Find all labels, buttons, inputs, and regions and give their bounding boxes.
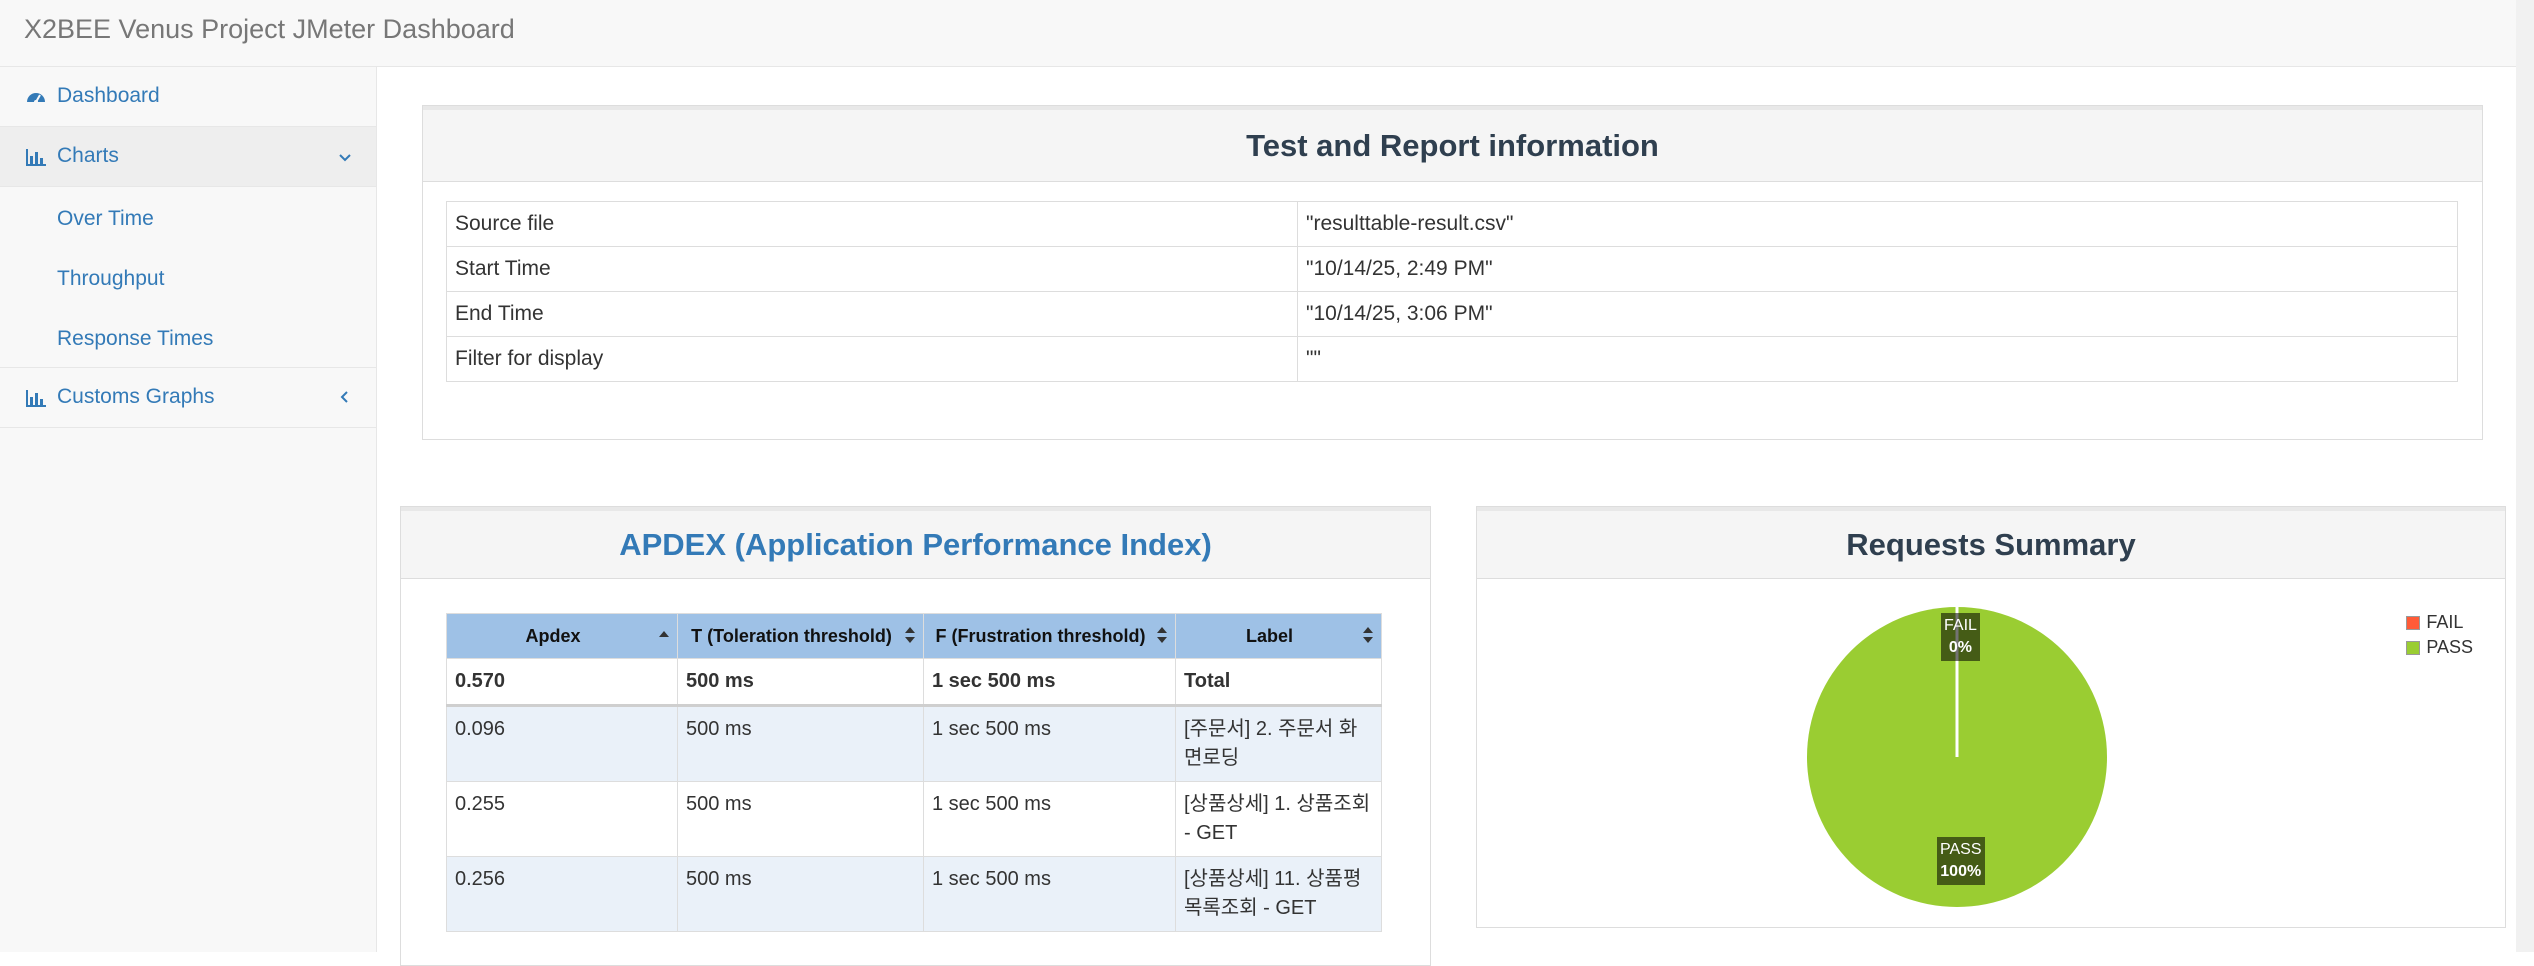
requests-summary-panel: Requests Summary FAIL 0% PASS 100% FAIL …	[1476, 506, 2506, 928]
legend-item-pass[interactable]: PASS	[2406, 637, 2473, 662]
apdex-panel: APDEX (Application Performance Index) Ap…	[400, 506, 1431, 966]
requests-summary-title: Requests Summary	[1477, 511, 2505, 579]
info-row: Source file "resulttable-result.csv"	[446, 201, 2458, 247]
sidebar-item-dashboard[interactable]: Dashboard	[0, 67, 376, 127]
column-header-apdex[interactable]: Apdex	[446, 613, 678, 659]
chevron-down-icon[interactable]	[338, 151, 352, 165]
report-info-table: Source file "resulttable-result.csv" Sta…	[446, 201, 2458, 382]
sidebar-item-customs-graphs[interactable]: Customs Graphs	[0, 368, 376, 428]
table-cell: 1 sec 500 ms	[923, 658, 1176, 707]
legend-swatch-pass	[2406, 641, 2421, 655]
navbar-brand[interactable]: X2BEE Venus Project JMeter Dashboard	[24, 14, 515, 45]
column-header-toleration[interactable]: T (Toleration threshold)	[677, 613, 924, 659]
info-key: Filter for display	[446, 336, 1298, 382]
page-scrollbar[interactable]	[2516, 0, 2534, 952]
table-cell: 1 sec 500 ms	[923, 781, 1176, 857]
table-cell: [주문서] 2. 주문서 화면로딩	[1175, 705, 1382, 782]
table-cell: 1 sec 500 ms	[923, 856, 1176, 932]
table-cell: 500 ms	[677, 781, 924, 857]
sidebar-subitem-over-time[interactable]: Over Time	[57, 207, 154, 231]
table-cell: 500 ms	[677, 856, 924, 932]
sort-icon	[1363, 627, 1373, 643]
apdex-table: Apdex T (Toleration threshold) F (Frustr…	[446, 613, 1382, 932]
apdex-title[interactable]: APDEX (Application Performance Index)	[401, 511, 1430, 579]
table-cell: 0.256	[446, 856, 678, 932]
info-row: End Time "10/14/25, 3:06 PM"	[446, 291, 2458, 337]
table-cell: 0.255	[446, 781, 678, 857]
top-navbar: X2BEE Venus Project JMeter Dashboard	[0, 0, 2534, 67]
pie-label-fail: FAIL 0%	[1941, 613, 1980, 661]
chevron-left-icon[interactable]	[338, 390, 352, 404]
sidebar-subitem-response-times[interactable]: Response Times	[57, 327, 213, 351]
dashboard-icon	[27, 93, 45, 104]
bar-chart-icon	[26, 149, 46, 166]
sort-asc-icon	[659, 631, 669, 637]
legend-item-fail[interactable]: FAIL	[2406, 612, 2473, 637]
table-cell: 1 sec 500 ms	[923, 705, 1176, 782]
info-row: Start Time "10/14/25, 2:49 PM"	[446, 246, 2458, 292]
bar-chart-icon	[26, 390, 46, 407]
info-key: Start Time	[446, 246, 1298, 292]
table-row: 0.255 500 ms 1 sec 500 ms [상품상세] 1. 상품조회…	[446, 781, 1382, 857]
table-cell: Total	[1175, 658, 1382, 707]
sort-icon	[1157, 627, 1167, 643]
sort-icon	[905, 627, 915, 643]
info-value: "10/14/25, 2:49 PM"	[1297, 246, 2458, 292]
info-value: "resulttable-result.csv"	[1297, 201, 2458, 247]
sidebar-subitem-throughput[interactable]: Throughput	[57, 267, 164, 291]
table-row-total: 0.570 500 ms 1 sec 500 ms Total	[446, 658, 1382, 707]
pie-label-pass: PASS 100%	[1937, 837, 1985, 885]
info-key: End Time	[446, 291, 1298, 337]
info-value: ""	[1297, 336, 2458, 382]
table-row: 0.096 500 ms 1 sec 500 ms [주문서] 2. 주문서 화…	[446, 705, 1382, 782]
table-cell: 0.096	[446, 705, 678, 782]
sidebar-item-label: Charts	[57, 144, 119, 167]
sidebar-item-label: Customs Graphs	[57, 385, 215, 408]
pie-legend: FAIL PASS	[2406, 612, 2473, 662]
table-row: 0.256 500 ms 1 sec 500 ms [상품상세] 11. 상품평…	[446, 856, 1382, 932]
sidebar: Dashboard Charts Over Time Throughput Re…	[0, 67, 377, 952]
table-cell: [상품상세] 1. 상품조회 - GET	[1175, 781, 1382, 857]
table-cell: [상품상세] 11. 상품평목록조회 - GET	[1175, 856, 1382, 932]
info-value: "10/14/25, 3:06 PM"	[1297, 291, 2458, 337]
column-header-label[interactable]: Label	[1175, 613, 1382, 659]
table-cell: 500 ms	[677, 705, 924, 782]
info-key: Source file	[446, 201, 1298, 247]
column-header-frustration[interactable]: F (Frustration threshold)	[923, 613, 1176, 659]
table-cell: 500 ms	[677, 658, 924, 707]
report-info-panel: Test and Report information Source file …	[422, 105, 2483, 440]
legend-swatch-fail	[2406, 616, 2421, 630]
report-info-title: Test and Report information	[423, 110, 2482, 182]
info-row: Filter for display ""	[446, 336, 2458, 382]
sidebar-item-charts[interactable]: Charts	[0, 127, 376, 187]
sidebar-item-label: Dashboard	[57, 84, 160, 107]
table-cell: 0.570	[446, 658, 678, 707]
